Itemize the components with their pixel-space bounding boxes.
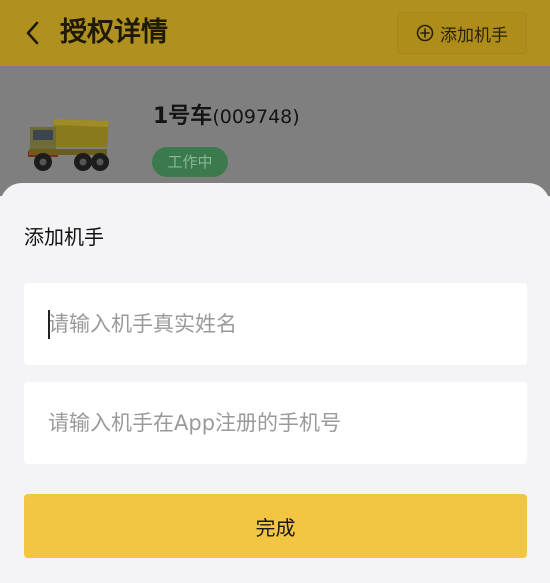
page-title: 授权详情 — [60, 17, 168, 48]
vehicle-name: 1号车(009748) — [153, 102, 300, 132]
add-operator-sheet: 添加机手 完成 — [0, 183, 550, 583]
header-bar: 授权详情 添加机手 — [0, 0, 550, 66]
vehicle-code: (009748) — [212, 106, 300, 128]
add-operator-button[interactable]: 添加机手 — [397, 12, 527, 54]
vehicle-name-text: 1号车 — [153, 104, 213, 129]
add-operator-label: 添加机手 — [440, 25, 508, 46]
sheet-title: 添加机手 — [24, 225, 104, 249]
operator-phone-input[interactable] — [24, 382, 527, 464]
dump-truck-image — [28, 119, 109, 171]
operator-phone-field — [24, 382, 527, 464]
operator-name-input[interactable] — [24, 283, 527, 365]
plus-circle-icon — [416, 24, 434, 42]
done-button[interactable]: 完成 — [24, 494, 527, 558]
chevron-left-icon[interactable] — [22, 20, 44, 46]
text-cursor — [48, 310, 50, 339]
operator-name-field — [24, 283, 527, 365]
status-badge: 工作中 — [152, 147, 228, 177]
vehicle-card: 1号车(009748) 工作中 — [0, 66, 550, 196]
